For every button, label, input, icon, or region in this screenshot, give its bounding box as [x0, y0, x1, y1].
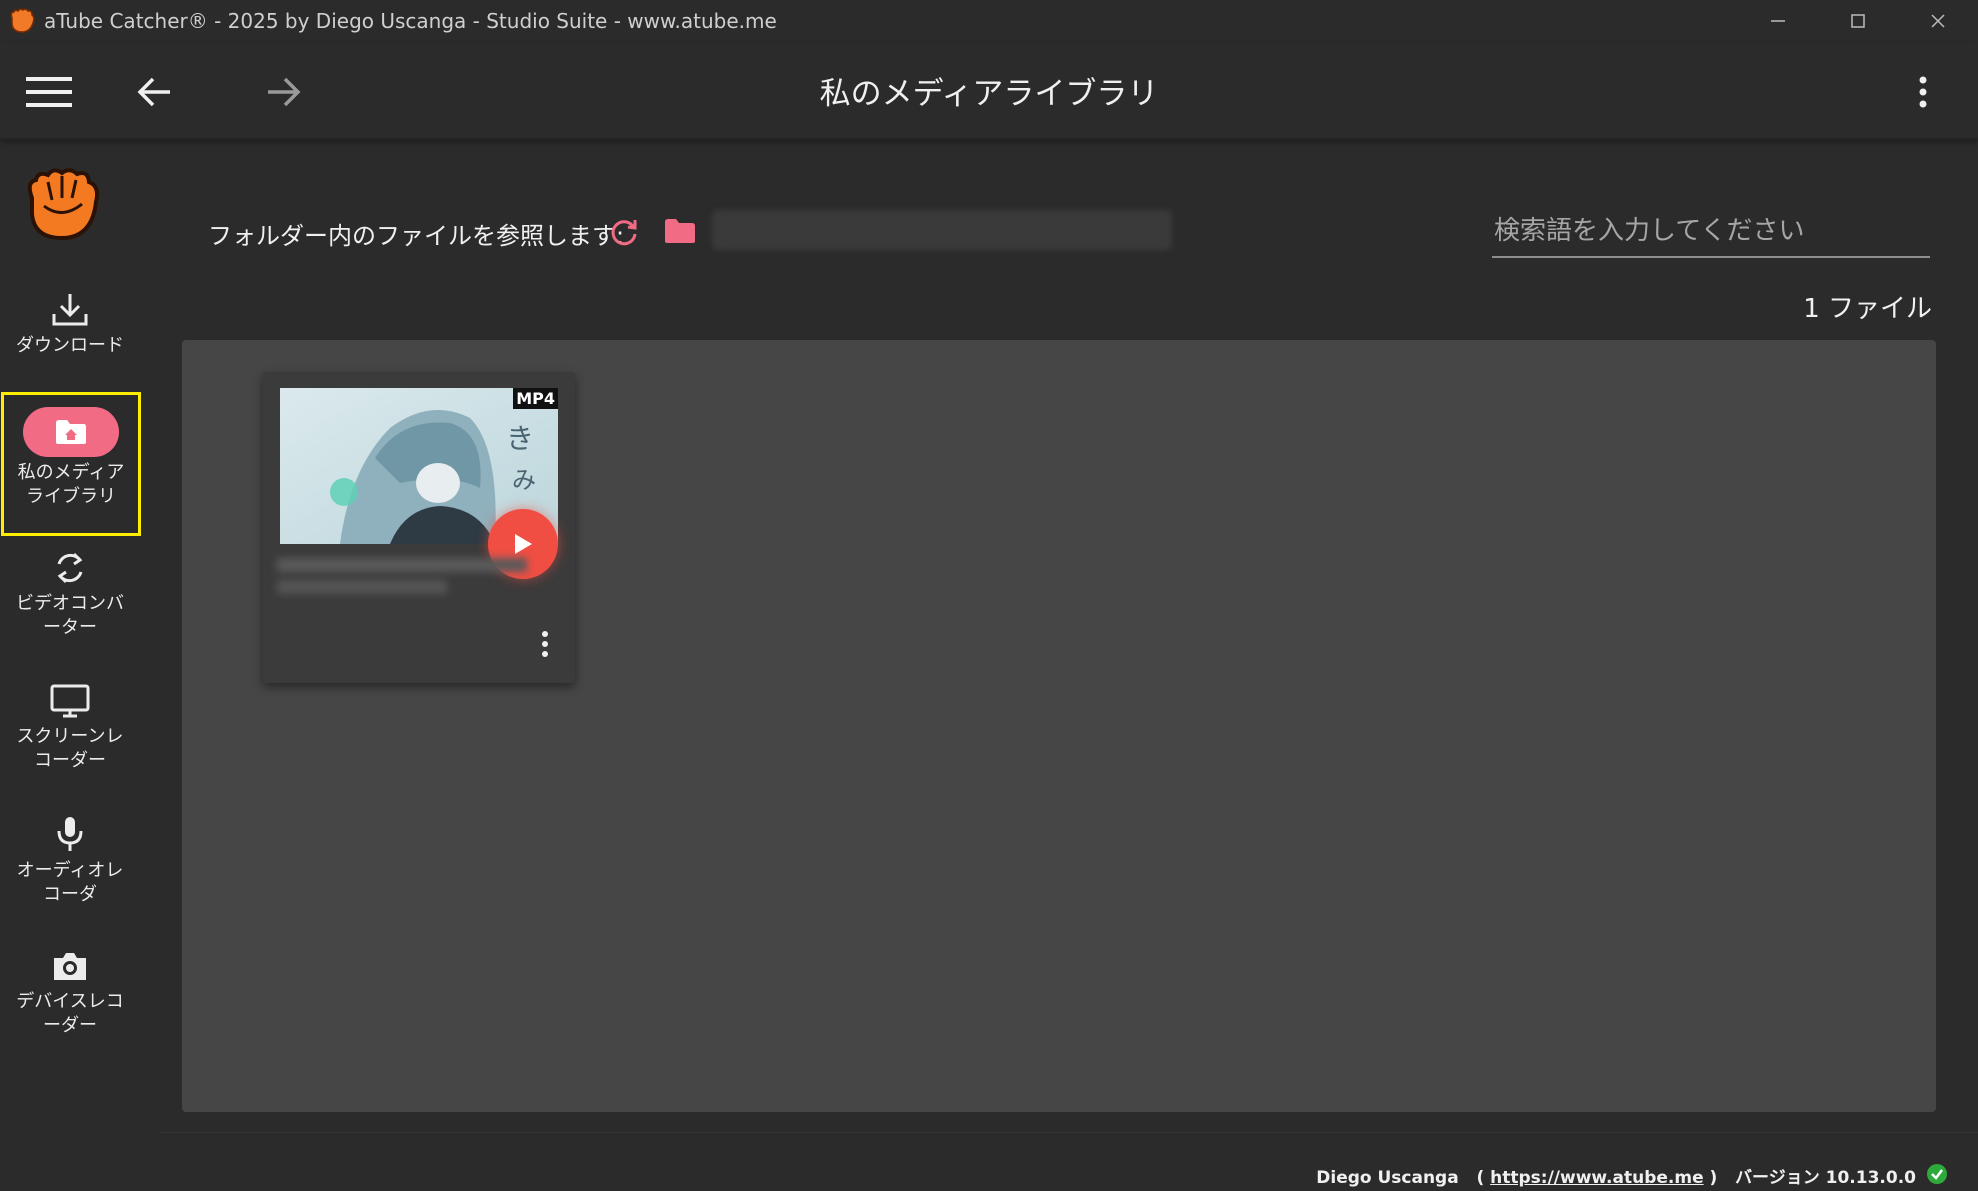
sidebar-item-label: 私のメディアライブラリ — [17, 462, 125, 507]
close-button[interactable] — [1898, 0, 1978, 42]
title-bar: aTube Catcher® - 2025 by Diego Uscanga -… — [0, 0, 1978, 42]
media-card[interactable]: き み MP4 — [263, 372, 575, 683]
svg-text:き: き — [506, 422, 534, 455]
sidebar-item-label: ビデオコンバーター — [16, 593, 124, 638]
version-label: バージョン 10.13.0.0 — [1735, 1168, 1916, 1188]
more-vertical-icon — [1919, 76, 1927, 108]
more-vertical-icon — [542, 631, 548, 657]
folder-icon — [665, 219, 695, 243]
sidebar-item-download[interactable]: ダウンロード — [0, 292, 140, 358]
download-icon — [52, 294, 88, 326]
sidebar-item-screen-recorder[interactable]: スクリーンレコーダー — [0, 683, 140, 773]
sidebar-item-device-recorder[interactable]: デバイスレコーダー — [0, 948, 140, 1038]
media-title-blurred — [277, 558, 547, 608]
author-name: Diego Uscanga — [1316, 1168, 1459, 1188]
play-icon — [515, 534, 532, 554]
sidebar-item-media-library[interactable]: 私のメディアライブラリ — [1, 392, 141, 536]
app-header: 私のメディアライブラリ — [0, 42, 1978, 140]
refresh-button[interactable] — [608, 216, 640, 250]
sidebar-item-label: デバイスレコーダー — [16, 991, 124, 1036]
sync-icon — [57, 552, 83, 584]
minimize-icon — [1771, 20, 1785, 22]
folder-home-icon — [56, 420, 86, 444]
open-folder-button[interactable] — [664, 218, 696, 248]
search-input[interactable] — [1492, 206, 1930, 258]
sidebar-item-video-converter[interactable]: ビデオコンバーター — [0, 550, 140, 640]
minimize-button[interactable] — [1738, 0, 1818, 42]
sidebar-item-label: スクリーンレコーダー — [16, 726, 124, 771]
window-title: aTube Catcher® - 2025 by Diego Uscanga -… — [44, 9, 777, 33]
media-options-button[interactable] — [541, 630, 549, 662]
atube-logo-icon — [27, 168, 100, 241]
website-link[interactable]: https://www.atube.me — [1490, 1168, 1703, 1188]
active-indicator — [23, 407, 119, 457]
svg-text:み: み — [512, 466, 536, 494]
folder-path-field — [712, 210, 1172, 250]
maximize-icon — [1851, 14, 1865, 28]
footer-text: Diego Uscanga ( https://www.atube.me ) バ… — [1316, 1168, 1916, 1188]
sidebar-item-label: オーディオレコーダ — [16, 860, 124, 905]
monitor-icon — [50, 684, 90, 718]
format-badge: MP4 — [513, 388, 558, 409]
maximize-button[interactable] — [1818, 0, 1898, 42]
camera-icon — [54, 953, 86, 980]
refresh-icon — [611, 220, 637, 246]
microphone-icon — [57, 817, 83, 851]
sidebar: ダウンロード 私のメディアライブラリ ビデオコンバーター スクリーンレコーダー … — [0, 140, 141, 1140]
page-title: 私のメディアライブラリ — [819, 76, 1159, 112]
check-circle-icon — [1927, 1164, 1947, 1184]
sidebar-item-label: ダウンロード — [16, 335, 124, 356]
app-logo-icon — [10, 8, 35, 33]
file-count: 1 ファイル — [1803, 294, 1932, 324]
status-bar: Diego Uscanga ( https://www.atube.me ) バ… — [160, 1132, 1978, 1191]
browse-folder-label: フォルダー内のファイルを参照します: — [208, 222, 625, 250]
status-ok-icon — [1926, 1163, 1948, 1189]
close-icon — [1931, 14, 1945, 28]
more-options-button[interactable] — [1893, 62, 1953, 122]
sidebar-item-audio-recorder[interactable]: オーディオレコーダ — [0, 815, 140, 907]
